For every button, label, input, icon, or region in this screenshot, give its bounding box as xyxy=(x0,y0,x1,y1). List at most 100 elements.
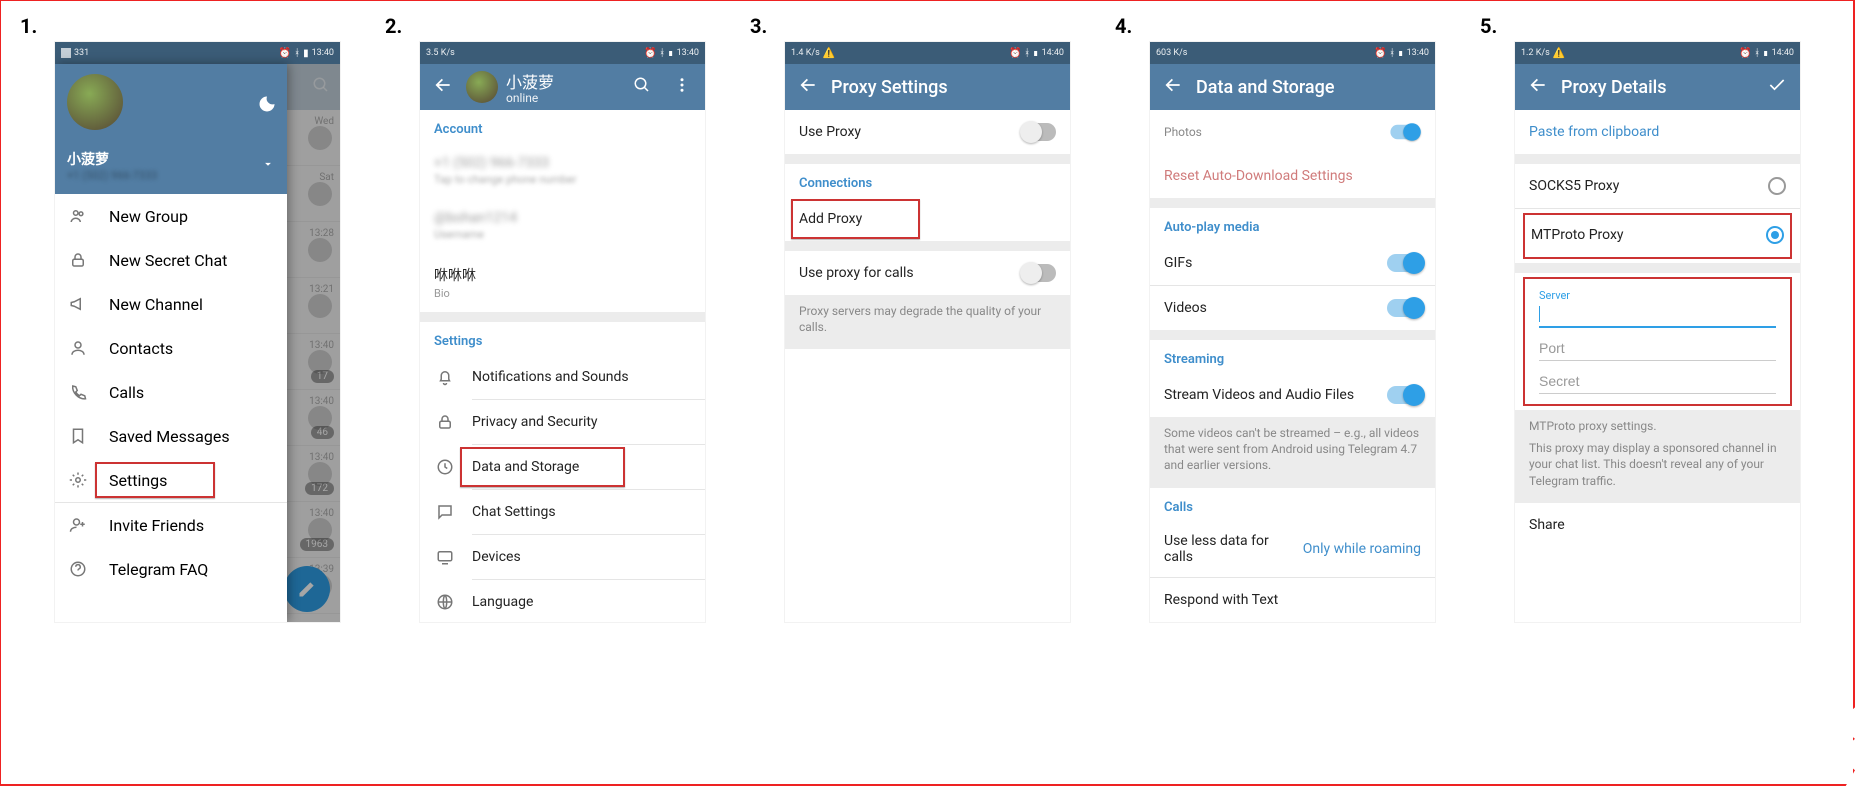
row-photos[interactable]: Photos xyxy=(1150,110,1435,154)
globe-icon xyxy=(434,593,456,611)
drawer-item-calls[interactable]: Calls xyxy=(55,370,287,414)
field-server[interactable]: Server xyxy=(1525,283,1790,330)
row-socks5[interactable]: SOCKS5 Proxy xyxy=(1515,164,1800,208)
profile-name: 小菠萝 xyxy=(506,69,554,93)
field-port[interactable] xyxy=(1525,330,1790,363)
account-phone[interactable]: +1 (502) 966-7333 Tap to change phone nu… xyxy=(420,143,705,198)
row-reset-auto-download[interactable]: Reset Auto-Download Settings xyxy=(1150,154,1435,198)
highlight-mtproto-row: MTProto Proxy xyxy=(1523,213,1792,259)
section-calls: Calls xyxy=(1150,488,1435,521)
drawer-item-settings[interactable]: Settings xyxy=(55,458,287,502)
secret-input[interactable] xyxy=(1539,369,1776,394)
step-number: 3. xyxy=(750,14,1105,38)
gear-icon xyxy=(67,471,89,489)
settings-item-devices[interactable]: Devices xyxy=(420,535,705,579)
step-3: 3. 1.4 K/s⚠️ ⏰ ᚼ ▮14:40 Proxy Settings U… xyxy=(750,14,1105,772)
row-stream-files[interactable]: Stream Videos and Audio Files xyxy=(1150,373,1435,417)
back-arrow-icon[interactable] xyxy=(430,75,456,99)
radio-mtproto[interactable] xyxy=(1766,226,1784,244)
drawer-header: 小菠萝 +1 (502) 966-7333 xyxy=(55,64,287,194)
step-number: 2. xyxy=(385,14,740,38)
step-number: 4. xyxy=(1115,14,1470,38)
drawer-item-new-group[interactable]: New Group xyxy=(55,194,287,238)
radio-socks5[interactable] xyxy=(1768,177,1786,195)
row-paste-clipboard[interactable]: Paste from clipboard xyxy=(1515,110,1800,154)
settings-item-notifications[interactable]: Notifications and Sounds xyxy=(420,355,705,399)
app-bar: 小菠萝 online xyxy=(420,64,705,110)
toggle-proxy-calls[interactable] xyxy=(1022,264,1056,282)
back-arrow-icon[interactable] xyxy=(1160,75,1186,99)
avatar[interactable] xyxy=(67,74,123,130)
avatar[interactable] xyxy=(466,71,498,103)
row-share[interactable]: Share xyxy=(1515,503,1800,547)
phone-icon xyxy=(67,383,89,401)
text-cursor xyxy=(1539,306,1540,322)
chevron-down-icon[interactable] xyxy=(261,156,275,175)
section-settings: Settings xyxy=(420,322,705,355)
more-vert-icon[interactable] xyxy=(669,76,695,98)
row-mtproto[interactable]: MTProto Proxy xyxy=(1517,213,1798,257)
clock-icon xyxy=(434,458,456,476)
lock-icon xyxy=(67,251,89,269)
clock-text: 13:40 xyxy=(312,48,334,58)
phone-frame-3: 1.4 K/s⚠️ ⏰ ᚼ ▮14:40 Proxy Settings Use … xyxy=(785,42,1070,622)
row-videos[interactable]: Videos xyxy=(1150,286,1435,330)
toggle-use-proxy[interactable] xyxy=(1022,123,1056,141)
check-icon[interactable] xyxy=(1764,75,1790,99)
row-gifs[interactable]: GIFs xyxy=(1150,241,1435,285)
row-add-proxy[interactable]: Add Proxy xyxy=(785,197,1070,241)
step-1: 1. 331 ⏰ ᚼ ▮ 13:40 xyxy=(20,14,375,772)
divider xyxy=(420,312,705,322)
page-title: Data and Storage xyxy=(1196,77,1334,98)
drawer-item-faq[interactable]: Telegram FAQ xyxy=(55,547,287,591)
add-person-icon xyxy=(67,516,89,534)
settings-item-chat[interactable]: Chat Settings xyxy=(420,490,705,534)
bio-value: 咻咻咻 xyxy=(434,265,476,285)
server-input[interactable] xyxy=(1539,302,1776,328)
section-account: Account xyxy=(420,110,705,143)
section-connections: Connections xyxy=(785,164,1070,197)
bluetooth-icon: ᚼ xyxy=(294,48,300,59)
step-number: 5. xyxy=(1480,14,1835,38)
drawer-item-invite-friends[interactable]: Invite Friends xyxy=(55,503,287,547)
drawer-item-contacts[interactable]: Contacts xyxy=(55,326,287,370)
proxy-details-body: Paste from clipboard SOCKS5 Proxy MTProt… xyxy=(1515,110,1800,622)
row-proxy-calls[interactable]: Use proxy for calls xyxy=(785,251,1070,295)
settings-item-data-storage[interactable]: Data and Storage xyxy=(420,445,705,489)
bio-hint: Bio xyxy=(434,287,450,300)
drawer-item-saved-messages[interactable]: Saved Messages xyxy=(55,414,287,458)
megaphone-icon xyxy=(67,295,89,313)
back-arrow-icon[interactable] xyxy=(1525,75,1551,99)
toggle-photos[interactable] xyxy=(1390,125,1417,139)
profile-phone-blurred: +1 (502) 966-7333 xyxy=(67,169,157,182)
sim-icon xyxy=(61,48,71,58)
proxy-note: Proxy servers may degrade the quality of… xyxy=(785,295,1070,349)
phone-frame-5: 1.2 K/s⚠️ ⏰ ᚼ ▮14:40 Proxy Details Paste… xyxy=(1515,42,1800,622)
field-secret[interactable] xyxy=(1525,363,1790,396)
profile-name: 小菠萝 xyxy=(67,149,157,169)
account-username[interactable]: @bohan1214 Username xyxy=(420,198,705,253)
page-title: Proxy Details xyxy=(1561,77,1667,98)
server-label: Server xyxy=(1539,289,1776,302)
row-respond-text[interactable]: Respond with Text xyxy=(1150,578,1435,622)
port-input[interactable] xyxy=(1539,336,1776,361)
app-bar: Data and Storage xyxy=(1150,64,1435,110)
toggle-gifs[interactable] xyxy=(1387,254,1421,272)
toggle-videos[interactable] xyxy=(1387,299,1421,317)
account-bio[interactable]: 咻咻咻 Bio xyxy=(420,253,705,312)
back-arrow-icon[interactable] xyxy=(795,75,821,99)
settings-item-language[interactable]: Language xyxy=(420,580,705,622)
help-icon xyxy=(67,560,89,578)
moon-icon[interactable] xyxy=(257,94,277,118)
phone-value-blurred: +1 (502) 966-7333 xyxy=(434,155,549,171)
person-icon xyxy=(67,339,89,357)
search-icon[interactable] xyxy=(629,76,655,98)
status-bar: 331 ⏰ ᚼ ▮ 13:40 xyxy=(55,42,340,64)
row-use-proxy[interactable]: Use Proxy xyxy=(785,110,1070,154)
row-use-less-data[interactable]: Use less data for calls Only while roami… xyxy=(1150,521,1435,577)
drawer-item-new-channel[interactable]: New Channel xyxy=(55,282,287,326)
drawer-item-new-secret-chat[interactable]: New Secret Chat xyxy=(55,238,287,282)
settings-item-privacy[interactable]: Privacy and Security xyxy=(420,400,705,444)
toggle-stream[interactable] xyxy=(1387,386,1421,404)
use-less-value: Only while roaming xyxy=(1303,541,1421,557)
